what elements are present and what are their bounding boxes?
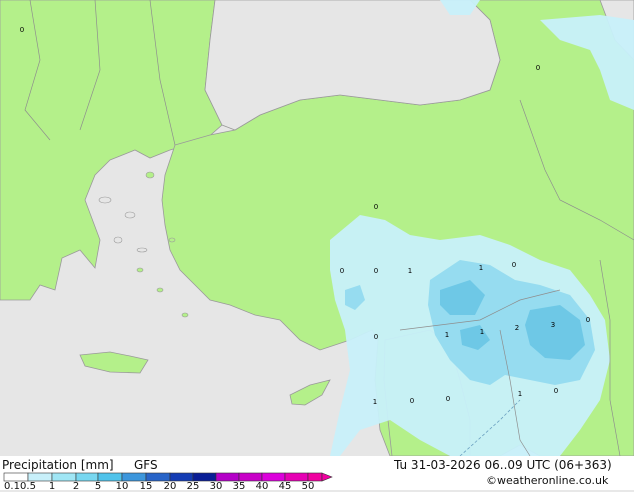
legend-color-cell [145,472,171,482]
legend-color-cell [27,472,53,482]
station-value: 0 [373,333,379,341]
station-value: 0 [339,267,345,275]
legend-tick-label: 0.1 [4,481,20,492]
map-title: Precipitation [mm] [2,458,114,472]
legend-color-cell [284,472,309,482]
station-value: 0 [445,395,451,403]
station-value: 3 [550,321,556,329]
legend-tick-label: 10 [115,481,129,492]
legend-color-cell [51,472,77,482]
legend-tick-label: 15 [139,481,153,492]
station-value: 0 [409,397,415,405]
legend-color-cell [121,472,147,482]
legend-color-cell [75,472,99,482]
precipitation-map [0,0,634,457]
legend-color-cell [97,472,123,482]
station-value: 0 [585,316,591,324]
station-value: 0 [511,261,517,269]
station-value: 1 [517,390,523,398]
station-value: 1 [444,331,450,339]
legend-tick-label: 20 [163,481,177,492]
legend-tick-label: 35 [232,481,246,492]
credit-text: ©weatheronline.co.uk [486,474,609,487]
station-value: 1 [407,267,413,275]
legend-color-cell [261,472,286,482]
legend-color-cell [169,472,194,482]
station-value: 0 [373,203,379,211]
legend-color-cell [192,472,217,482]
legend-tick-label: 50 [301,481,315,492]
legend-tick-label: 5 [94,481,102,492]
valid-time: Tu 31-03-2026 06..09 UTC (06+363) [394,458,612,472]
legend-tick-label: 45 [278,481,292,492]
legend-color-cell [238,472,263,482]
station-value: 1 [372,398,378,406]
legend-tick-label: 30 [209,481,223,492]
legend-tick-label: 40 [255,481,269,492]
station-value: 0 [535,64,541,72]
station-value: 2 [514,324,520,332]
legend-tick-label: 25 [186,481,200,492]
station-value: 0 [373,267,379,275]
legend-color-cell [3,472,29,482]
legend-color-cell [215,472,240,482]
station-value: 0 [553,387,559,395]
legend-tick-label: 0.5 [20,481,36,492]
legend-overflow-arrow [321,472,333,482]
station-value: 1 [479,328,485,336]
legend-color-cell [307,472,323,482]
legend-tick-label: 2 [72,481,80,492]
model-name: GFS [134,458,158,472]
station-value: 0 [19,26,25,34]
legend-tick-label: 1 [48,481,56,492]
station-value: 1 [478,264,484,272]
